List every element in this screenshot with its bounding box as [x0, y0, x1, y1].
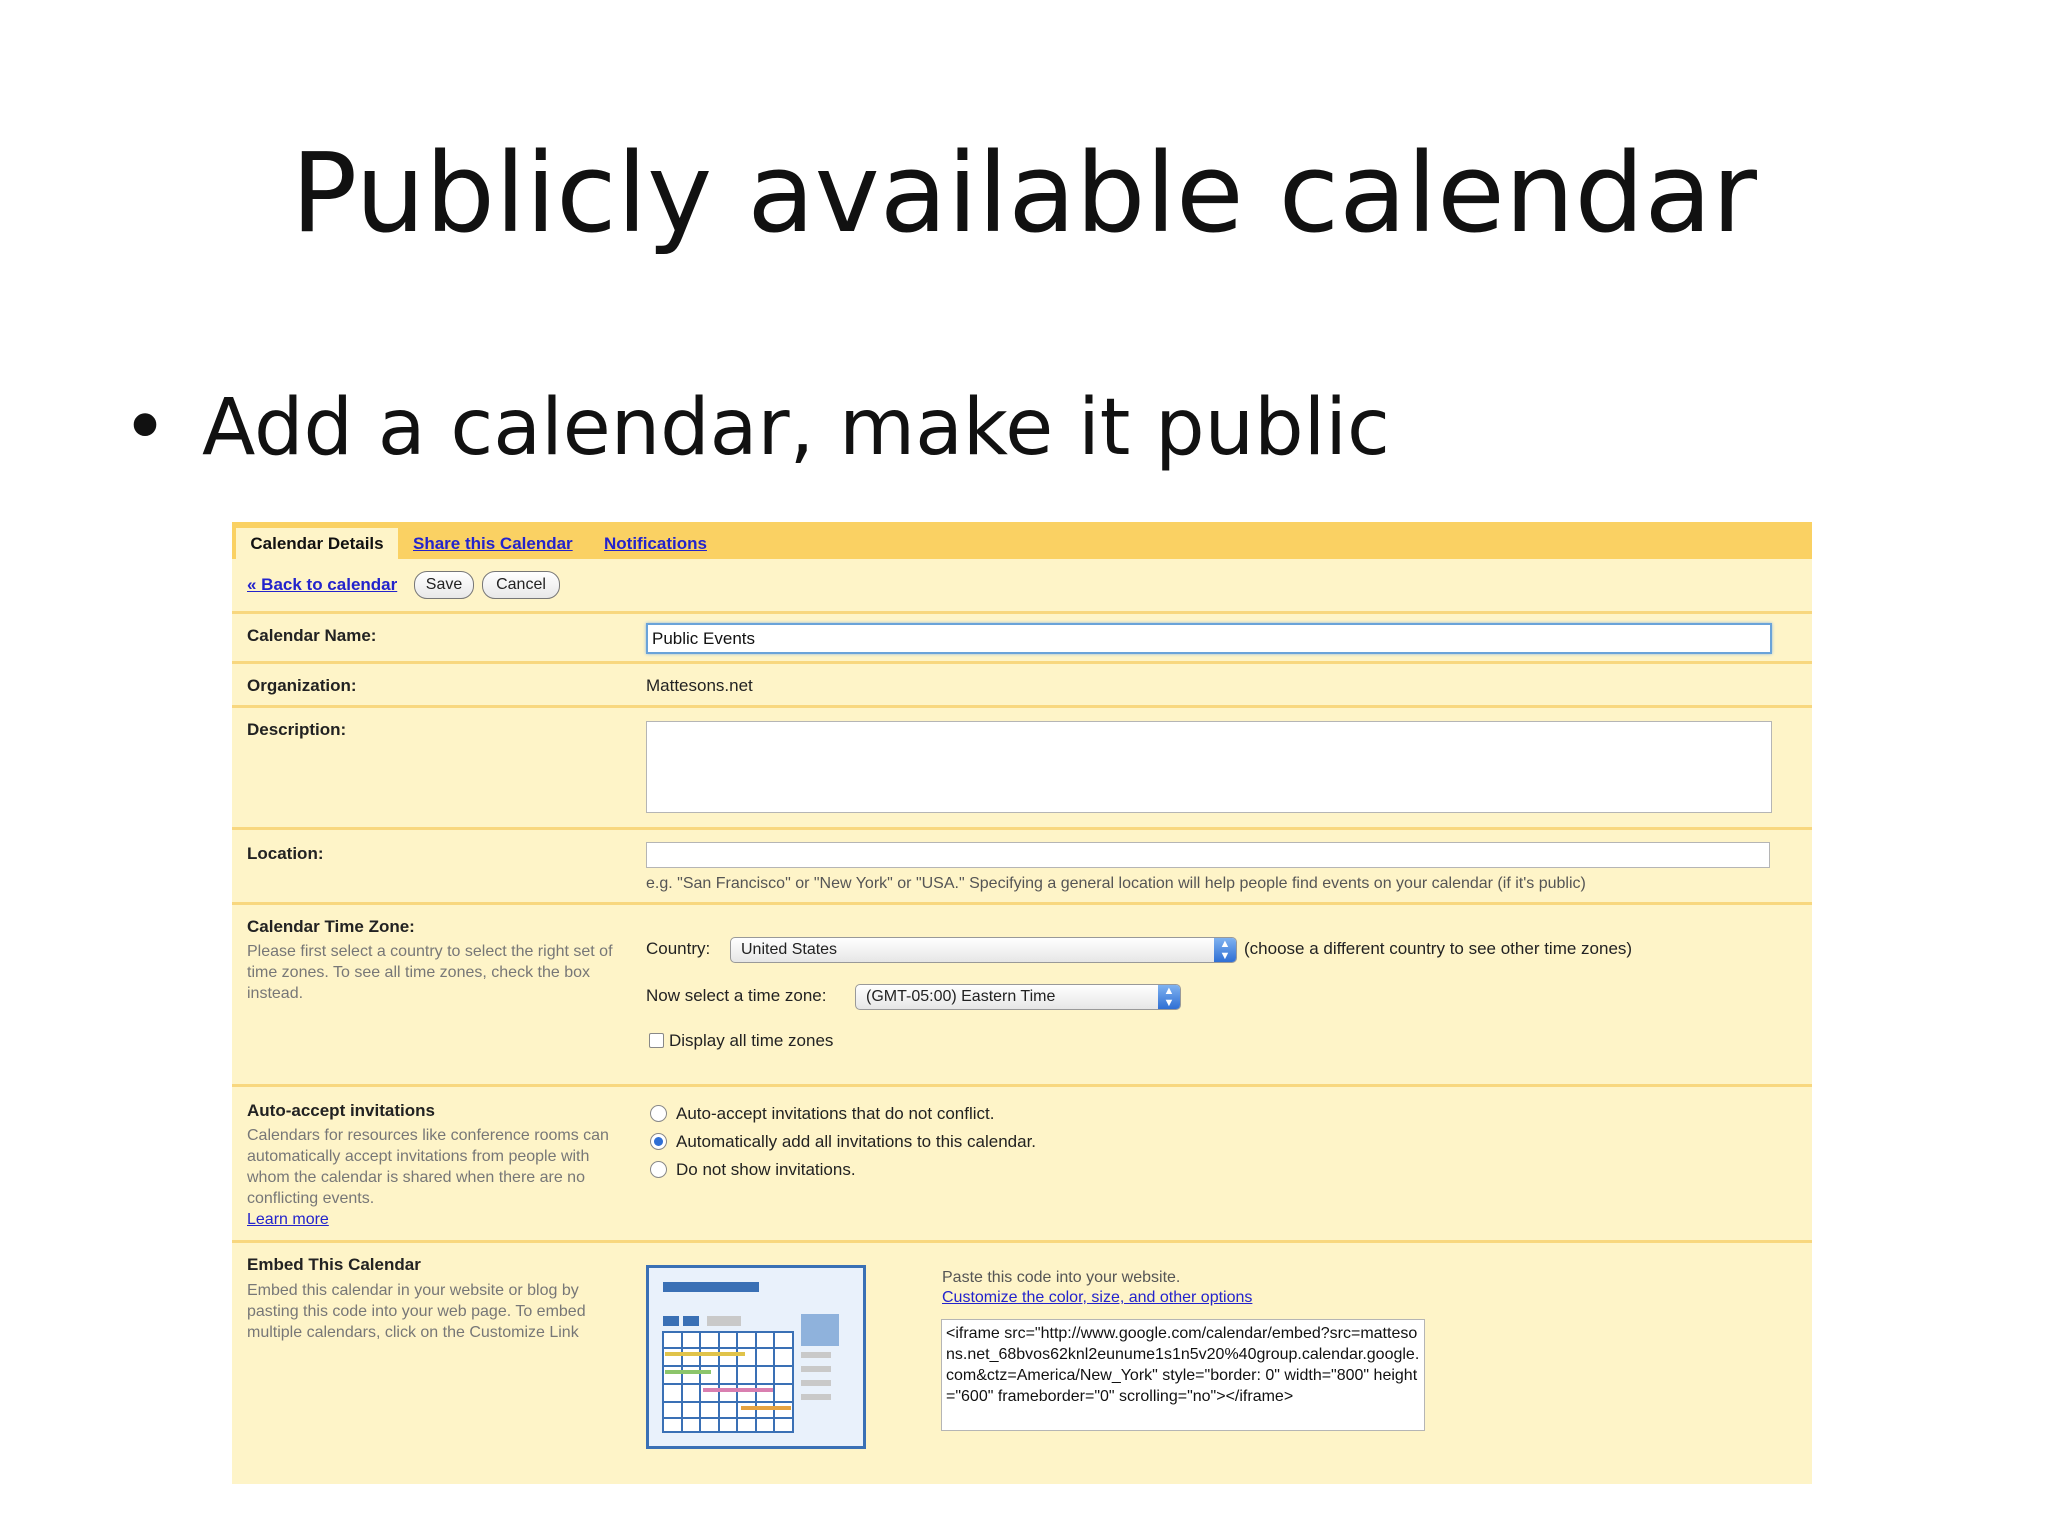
slide-bullet: • Add a calendar, make it public [122, 378, 1390, 478]
embed-row: Embed This Calendar Embed this calendar … [232, 1240, 1812, 1487]
radio-label-do-not-show: Do not show invitations. [676, 1160, 856, 1179]
location-label: Location: [247, 844, 324, 863]
back-to-calendar-link[interactable]: « Back to calendar [247, 572, 397, 598]
toolbar: « Back to calendar Save Cancel [232, 559, 1812, 611]
save-button[interactable]: Save [414, 571, 474, 599]
timezone-help: Please first select a country to select … [247, 943, 613, 1002]
select-arrows-icon: ▲ ▼ [1158, 985, 1180, 1009]
description-label: Description: [247, 720, 347, 739]
timezone-select-label: Now select a time zone: [646, 986, 827, 1005]
cancel-button[interactable]: Cancel [482, 571, 560, 599]
organization-row: Organization: Mattesons.net [232, 661, 1812, 708]
embed-help: Embed this calendar in your website or b… [247, 1282, 586, 1341]
calendar-name-label: Calendar Name: [247, 626, 377, 645]
slide-title: Publicly available calendar [291, 129, 1757, 257]
auto-accept-row: Auto-accept invitations Calendars for re… [232, 1084, 1812, 1243]
select-arrows-icon: ▲ ▼ [1214, 938, 1236, 962]
timezone-label: Calendar Time Zone: [247, 917, 415, 936]
tab-calendar-details[interactable]: Calendar Details [236, 528, 398, 559]
display-all-timezones-checkbox[interactable] [649, 1033, 664, 1048]
radio-auto-accept-no-conflict[interactable] [650, 1105, 667, 1122]
country-label: Country: [646, 939, 711, 958]
display-all-timezones-label: Display all time zones [669, 1031, 834, 1050]
radio-label-auto-add-all: Automatically add all invitations to thi… [676, 1132, 1037, 1151]
radio-label-auto-accept-no-conflict: Auto-accept invitations that do not conf… [676, 1104, 995, 1123]
radio-auto-add-all[interactable] [650, 1133, 667, 1150]
embed-code-textarea[interactable]: <iframe src="http://www.google.com/calen… [941, 1319, 1425, 1431]
calendar-settings-panel: Calendar Details Share this Calendar Not… [232, 522, 1812, 1484]
tab-share-calendar[interactable]: Share this Calendar [413, 528, 573, 559]
country-select-value: United States [741, 941, 838, 958]
bullet-text: Add a calendar, make it public [202, 383, 1390, 473]
organization-label: Organization: [247, 676, 357, 695]
tab-notifications[interactable]: Notifications [604, 528, 707, 559]
radio-do-not-show[interactable] [650, 1161, 667, 1178]
calendar-name-input[interactable]: Public Events [646, 623, 1772, 654]
auto-accept-label: Auto-accept invitations [247, 1101, 435, 1120]
tab-bar: Calendar Details Share this Calendar Not… [232, 522, 1812, 559]
customize-options-link[interactable]: Customize the color, size, and other opt… [942, 1289, 1252, 1307]
bullet-dot: • [122, 383, 169, 473]
timezone-row: Calendar Time Zone: Please first select … [232, 902, 1812, 1087]
location-hint: e.g. "San Francisco" or "New York" or "U… [646, 875, 1586, 892]
calendar-name-row: Calendar Name: Public Events [232, 611, 1812, 664]
paste-code-text: Paste this code into your website. [942, 1269, 1181, 1286]
learn-more-link[interactable]: Learn more [247, 1209, 329, 1230]
organization-value: Mattesons.net [646, 676, 753, 695]
country-hint: (choose a different country to see other… [1244, 939, 1633, 958]
embed-label: Embed This Calendar [247, 1255, 421, 1274]
calendar-preview-graphic [649, 1268, 863, 1446]
auto-accept-help: Calendars for resources like conference … [247, 1127, 609, 1207]
timezone-select-value: (GMT-05:00) Eastern Time [866, 988, 1056, 1005]
description-textarea[interactable] [646, 721, 1772, 813]
country-select[interactable]: United States ▲ ▼ [730, 937, 1237, 963]
description-row: Description: [232, 705, 1812, 830]
location-input[interactable] [646, 842, 1770, 868]
calendar-preview-image [646, 1265, 866, 1449]
location-row: Location: e.g. "San Francisco" or "New Y… [232, 827, 1812, 905]
timezone-select[interactable]: (GMT-05:00) Eastern Time ▲ ▼ [855, 984, 1181, 1010]
